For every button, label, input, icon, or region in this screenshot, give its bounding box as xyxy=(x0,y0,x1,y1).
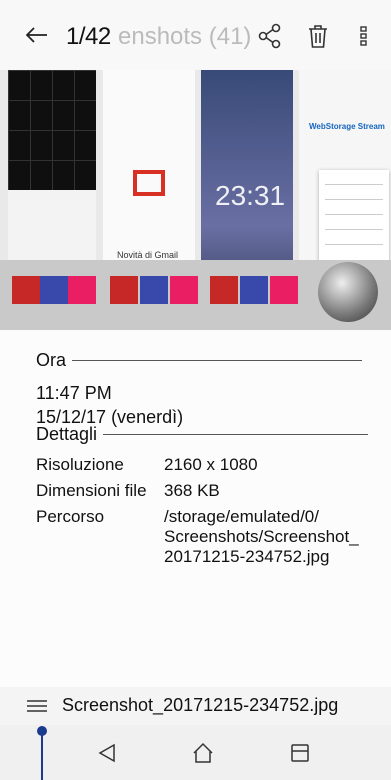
time-section-heading: Ora xyxy=(36,350,363,371)
capture-time: 11:47 PM xyxy=(36,383,112,403)
detail-value: /storage/emulated/0/ Screenshots/Screens… xyxy=(164,507,359,566)
drag-handle-icon[interactable] xyxy=(27,700,47,712)
back-arrow-icon[interactable] xyxy=(26,27,48,43)
divider xyxy=(103,434,369,435)
detail-row-path: Percorso /storage/emulated/0/ Screenshot… xyxy=(36,507,364,567)
details-heading-row: Dettagli xyxy=(36,424,369,445)
system-nav-bar xyxy=(0,725,391,780)
top-bar: enshots (41) 1/42 xyxy=(0,0,391,70)
nav-home-icon[interactable] xyxy=(192,742,214,764)
folder-title: enshots (41) xyxy=(118,23,252,50)
detail-value: 368 KB xyxy=(164,481,220,500)
trash-icon[interactable] xyxy=(304,22,332,50)
detail-row-file-size: Dimensioni file 368 KB xyxy=(36,481,364,501)
nav-recents-icon[interactable] xyxy=(289,742,311,764)
detail-value: 2160 x 1080 xyxy=(164,455,258,474)
thumbnail-clock: 23:31 xyxy=(215,180,286,211)
file-name-bar[interactable]: Screenshot_20171215-234752.jpg xyxy=(0,687,391,725)
more-vert-icon[interactable] xyxy=(356,22,372,50)
file-name: Screenshot_20171215-234752.jpg xyxy=(62,695,339,715)
detail-key: Risoluzione xyxy=(36,455,124,474)
divider xyxy=(72,360,363,361)
nav-back-icon[interactable] xyxy=(96,742,118,764)
share-icon[interactable] xyxy=(256,22,284,50)
detail-key: Percorso xyxy=(36,507,105,526)
image-counter: 1/42 xyxy=(66,23,111,50)
thumbnail-caption: WebStorage Stream xyxy=(309,122,385,131)
thumbnail-photo xyxy=(318,262,378,322)
thumbnail-caption: Novità di Gmail xyxy=(117,250,179,260)
detail-key: Dimensioni file xyxy=(36,481,147,500)
timeline-scrubber[interactable] xyxy=(41,730,43,780)
detail-row-resolution: Risoluzione 2160 x 1080 xyxy=(36,455,364,475)
timeline-scrubber-handle[interactable] xyxy=(37,726,47,736)
gmail-icon xyxy=(133,170,165,196)
time-heading: Ora xyxy=(36,350,67,370)
details-heading: Dettagli xyxy=(36,424,98,444)
